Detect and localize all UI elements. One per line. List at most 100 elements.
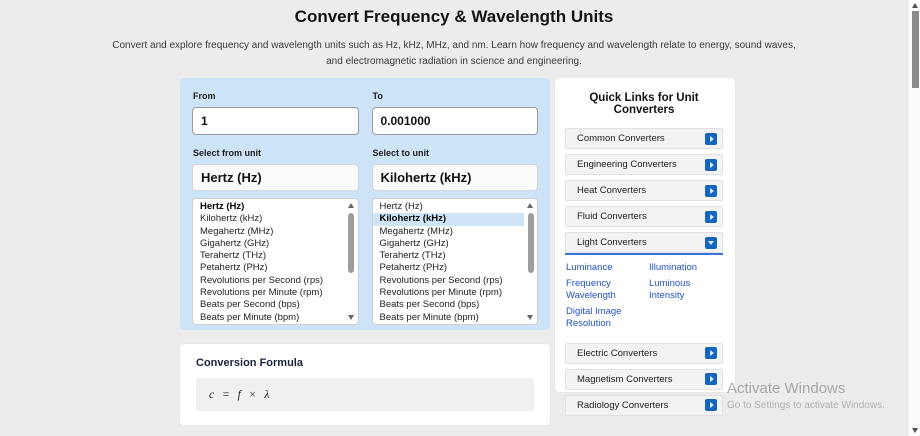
expand-icon[interactable] <box>705 347 717 359</box>
arrow-right-icon <box>710 402 714 408</box>
select-from-unit-label: Select from unit <box>193 148 359 158</box>
expand-icon[interactable] <box>705 133 717 145</box>
quick-link-digital-image-resolution[interactable]: Digital Image Resolution <box>566 306 645 331</box>
unit-option[interactable]: Revolutions per Second (rps) <box>193 275 345 287</box>
select-to-unit-label: Select to unit <box>373 148 539 158</box>
quick-link-illumination[interactable]: Illumination <box>649 262 721 275</box>
formula-text: c = f × λ <box>209 389 272 401</box>
from-list-scrollbar[interactable] <box>347 201 356 322</box>
page-title: Convert Frequency & Wavelength Units <box>0 7 908 27</box>
unit-option[interactable]: Beats per Second (bps) <box>193 299 345 311</box>
scroll-down-icon[interactable] <box>527 315 533 320</box>
unit-option[interactable]: Beats per Minute (bpm) <box>373 312 525 324</box>
unit-option[interactable]: Megahertz (MHz) <box>193 226 345 238</box>
unit-option[interactable]: Petahertz (PHz) <box>193 262 345 274</box>
unit-option[interactable]: Terahertz (THz) <box>193 250 345 262</box>
scroll-down-icon[interactable] <box>348 315 354 320</box>
category-label: Common Converters <box>577 133 665 144</box>
category-label: Heat Converters <box>577 185 646 196</box>
to-unit-list[interactable]: Hertz (Hz)Kilohertz (kHz)Megahertz (MHz)… <box>372 198 539 325</box>
to-value-input[interactable] <box>372 107 539 135</box>
category-row-common-converters[interactable]: Common Converters <box>565 128 723 149</box>
page-header: Convert Frequency & Wavelength Units Con… <box>0 7 908 69</box>
to-unit-select[interactable]: Kilohertz (kHz) <box>372 164 539 191</box>
category-row-engineering-converters[interactable]: Engineering Converters <box>565 154 723 175</box>
to-label: To <box>373 91 539 101</box>
from-value-input[interactable] <box>192 107 359 135</box>
expand-icon[interactable] <box>705 211 717 223</box>
scroll-up-icon[interactable] <box>912 3 918 8</box>
unit-option[interactable]: Hertz (Hz) <box>193 201 345 213</box>
quick-links-panel: Quick Links for Unit Converters Common C… <box>555 78 735 392</box>
from-unit-list[interactable]: Hertz (Hz)Kilohertz (kHz)Megahertz (MHz)… <box>192 198 359 325</box>
unit-option[interactable]: Hertz (Hz) <box>373 201 525 213</box>
quick-link-frequency-wavelength[interactable]: Frequency Wavelength <box>566 278 645 303</box>
category-label: Radiology Converters <box>577 400 668 411</box>
scrollbar-thumb[interactable] <box>528 213 534 273</box>
expand-icon[interactable] <box>705 373 717 385</box>
category-row-radiology-converters[interactable]: Radiology Converters <box>565 395 723 416</box>
page-subtitle: Convert and explore frequency and wavele… <box>0 38 908 69</box>
arrow-right-icon <box>710 214 714 220</box>
scroll-up-icon[interactable] <box>527 203 533 208</box>
expand-icon[interactable] <box>705 159 717 171</box>
unit-option[interactable]: Beats per Minute (bpm) <box>193 312 345 324</box>
arrow-right-icon <box>710 350 714 356</box>
unit-option[interactable]: Kilohertz (kHz) <box>193 213 345 225</box>
from-unit-selected-value: Hertz (Hz) <box>201 170 262 185</box>
from-unit-select[interactable]: Hertz (Hz) <box>192 164 359 191</box>
subtitle-line-2: and electromagnetic radiation in science… <box>0 54 908 70</box>
converter-panel: From Select from unit Hertz (Hz) Hertz (… <box>180 78 550 330</box>
to-unit-options: Hertz (Hz)Kilohertz (kHz)Megahertz (MHz)… <box>373 201 525 324</box>
category-row-light-converters[interactable]: Light Converters <box>565 232 723 253</box>
category-row-fluid-converters[interactable]: Fluid Converters <box>565 206 723 227</box>
arrow-right-icon <box>710 136 714 142</box>
unit-option[interactable]: Megahertz (MHz) <box>373 226 525 238</box>
category-label: Light Converters <box>577 237 647 248</box>
category-label: Engineering Converters <box>577 159 677 170</box>
quick-link-luminous-intensity[interactable]: Luminous Intensity <box>649 278 721 303</box>
unit-option[interactable]: Gigahertz (GHz) <box>373 238 525 250</box>
scrollbar-thumb[interactable] <box>348 213 354 273</box>
conversion-formula-card: Conversion Formula c = f × λ <box>180 344 550 425</box>
unit-option[interactable]: Petahertz (PHz) <box>373 262 525 274</box>
expanded-category-links: Luminance Illumination Frequency Wavelengt… <box>565 253 723 338</box>
subtitle-line-1: Convert and explore frequency and wavele… <box>0 38 908 54</box>
to-column: To Select to unit Kilohertz (kHz) Hertz … <box>372 90 539 318</box>
category-label: Fluid Converters <box>577 211 647 222</box>
unit-option[interactable]: Revolutions per Minute (rpm) <box>373 287 525 299</box>
formula-box: c = f × λ <box>196 378 534 411</box>
activate-windows-watermark: Activate Windows Go to Settings to activ… <box>727 380 885 411</box>
collapse-icon[interactable] <box>705 237 717 249</box>
scroll-up-icon[interactable] <box>348 203 354 208</box>
category-row-electric-converters[interactable]: Electric Converters <box>565 343 723 364</box>
expand-icon[interactable] <box>705 185 717 197</box>
watermark-subtitle: Go to Settings to activate Windows. <box>727 400 885 411</box>
unit-option[interactable]: Gigahertz (GHz) <box>193 238 345 250</box>
quick-links-heading: Quick Links for Unit Converters <box>565 92 723 116</box>
scroll-down-icon[interactable] <box>912 428 918 433</box>
quick-link-luminance[interactable]: Luminance <box>566 262 645 275</box>
unit-option[interactable]: Kilohertz (kHz) <box>373 213 525 225</box>
to-unit-selected-value: Kilohertz (kHz) <box>381 170 472 185</box>
to-list-scrollbar[interactable] <box>526 201 535 322</box>
unit-option[interactable]: Beats per Second (bps) <box>373 299 525 311</box>
category-row-heat-converters[interactable]: Heat Converters <box>565 180 723 201</box>
category-label: Magnetism Converters <box>577 374 673 385</box>
from-column: From Select from unit Hertz (Hz) Hertz (… <box>192 90 359 318</box>
unit-option[interactable]: Revolutions per Minute (rpm) <box>193 287 345 299</box>
formula-heading: Conversion Formula <box>196 357 550 369</box>
from-unit-options: Hertz (Hz)Kilohertz (kHz)Megahertz (MHz)… <box>193 201 345 324</box>
scrollbar-thumb[interactable] <box>912 11 919 88</box>
arrow-down-icon <box>708 241 714 245</box>
category-list: Common Converters Engineering Converters H… <box>565 128 723 416</box>
unit-option[interactable]: Terahertz (THz) <box>373 250 525 262</box>
from-label: From <box>193 91 359 101</box>
expand-icon[interactable] <box>705 399 717 411</box>
page-scrollbar[interactable] <box>908 0 920 436</box>
arrow-right-icon <box>710 162 714 168</box>
arrow-right-icon <box>710 376 714 382</box>
arrow-right-icon <box>710 188 714 194</box>
unit-option[interactable]: Revolutions per Second (rps) <box>373 275 525 287</box>
category-row-magnetism-converters[interactable]: Magnetism Converters <box>565 369 723 390</box>
